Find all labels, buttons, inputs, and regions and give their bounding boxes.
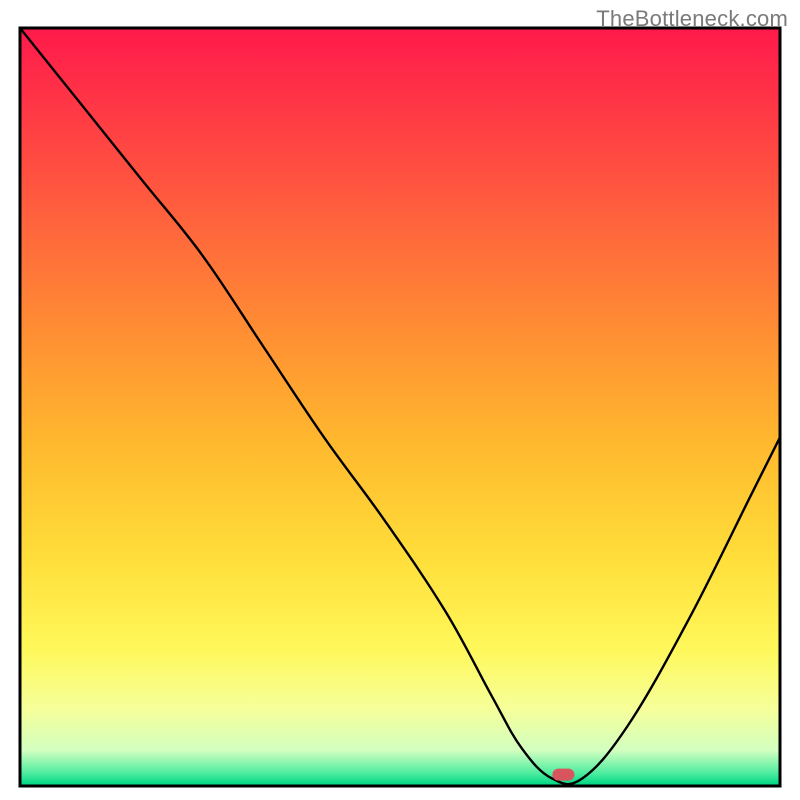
optimal-marker bbox=[552, 769, 574, 781]
gradient-background bbox=[22, 30, 779, 785]
chart-container: TheBottleneck.com bbox=[0, 0, 800, 800]
bottleneck-chart bbox=[0, 0, 800, 800]
plot-area bbox=[20, 28, 780, 786]
